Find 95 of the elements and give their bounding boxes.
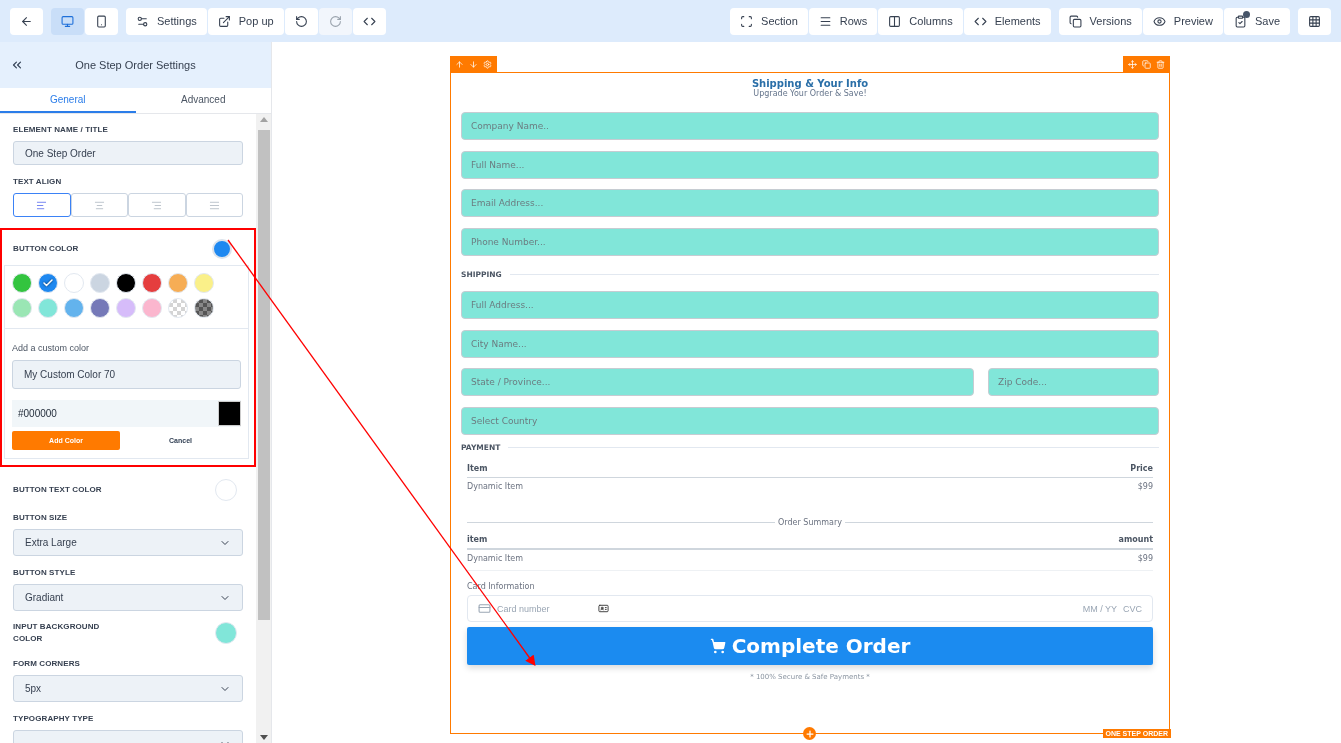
form-subheading: Upgrade Your Order & Save! (753, 89, 868, 98)
icon-button[interactable] (284, 7, 318, 35)
toolbar-button[interactable]: Rows (808, 7, 878, 35)
select-field[interactable]: Gradiant (13, 584, 243, 611)
setting-label: TEXT ALIGN (13, 176, 63, 188)
setting-label: TYPOGRAPHY TYPE (13, 713, 95, 725)
column-header: Item (467, 464, 488, 473)
color-swatch[interactable] (38, 273, 58, 293)
back-arrow-icon (20, 14, 33, 28)
select-field[interactable]: Extra Large (13, 529, 243, 556)
color-swatch[interactable] (212, 239, 232, 259)
name-field[interactable]: One Step Order (13, 141, 243, 165)
frame-corners-icon (740, 14, 754, 28)
table-cell: Dynamic Item (467, 482, 524, 491)
checker-swatch[interactable] (194, 298, 214, 318)
element-handle[interactable] (1123, 56, 1170, 72)
setting-label: FORM CORNERS (13, 658, 81, 670)
toolbar-button[interactable]: Versions (1058, 7, 1142, 35)
id-card-icon (598, 603, 609, 614)
toolbar-button[interactable]: Columns (878, 7, 963, 35)
undo-icon (294, 14, 308, 28)
columns-icon (888, 14, 902, 28)
color-swatch[interactable] (215, 622, 237, 644)
toolbar-button[interactable]: Elements (963, 7, 1051, 35)
icon-button[interactable] (352, 7, 386, 35)
panel-title: One Step Order Settings (74, 59, 197, 71)
arrow-up-icon[interactable] (455, 59, 464, 69)
setting-label: ELEMENT NAME / TITLE (13, 124, 109, 136)
color-swatch[interactable] (90, 273, 110, 293)
icon-button[interactable] (85, 7, 118, 35)
custom-color-label: Add a custom color (12, 343, 91, 353)
color-swatch[interactable] (142, 273, 162, 293)
eye-icon (1152, 14, 1166, 28)
column-header: Price (1130, 464, 1153, 473)
card-icon (478, 602, 491, 615)
color-swatch[interactable] (64, 273, 84, 293)
toolbar-button[interactable]: Save (1223, 7, 1290, 35)
form-heading: Shipping & Your Info (750, 78, 870, 89)
color-name-field[interactable]: My Custom Color 70 (12, 360, 241, 389)
external-link-icon (217, 14, 231, 28)
color-swatch[interactable] (12, 273, 32, 293)
complete-order-button[interactable]: Complete Order (467, 627, 1153, 665)
move-icon[interactable] (1128, 59, 1137, 69)
color-swatch[interactable] (215, 479, 237, 501)
table-cell: $99 (1137, 482, 1153, 491)
toolbar-button[interactable]: Section (730, 7, 808, 35)
setting-label: BUTTON STYLE (13, 567, 77, 579)
align-option[interactable] (13, 193, 71, 217)
color-swatch[interactable] (116, 273, 136, 293)
checker-swatch[interactable] (168, 298, 188, 318)
color-swatch[interactable] (90, 298, 110, 318)
toolbar-button[interactable]: Pop up (207, 7, 284, 35)
monitor-icon (61, 14, 74, 28)
align-left-icon (36, 199, 48, 211)
color-swatch[interactable] (142, 298, 162, 318)
align-justify-icon (208, 199, 220, 211)
copy-icon[interactable] (1142, 59, 1151, 69)
trash-icon[interactable] (1156, 59, 1165, 69)
collapse-icon[interactable] (10, 58, 24, 72)
icon-button[interactable] (1298, 7, 1331, 35)
color-swatch[interactable] (168, 273, 188, 293)
color-preview[interactable] (218, 401, 241, 426)
table-cell: $99 (1137, 554, 1153, 563)
column-header: amount (1118, 535, 1153, 544)
align-right-icon (151, 199, 163, 211)
element-handle[interactable] (450, 56, 497, 72)
redo-icon (328, 14, 342, 28)
scrollbar[interactable] (256, 114, 271, 743)
summary-title: Order Summary (778, 518, 842, 527)
table-cell: Dynamic Item (467, 554, 524, 563)
setting-label: BUTTON SIZE (13, 512, 69, 524)
settings-icon (136, 14, 149, 28)
rows-icon (818, 14, 832, 28)
align-center-icon (93, 199, 105, 211)
check-icon (42, 277, 54, 289)
clipboard-check-icon (1233, 14, 1247, 28)
setting-label: BUTTON COLOR (13, 243, 79, 255)
grid-icon (1308, 14, 1321, 28)
color-swatch[interactable] (194, 273, 214, 293)
cart-icon (709, 638, 726, 654)
color-swatch[interactable] (64, 298, 84, 318)
phone-icon (95, 14, 108, 28)
toolbar-button[interactable]: Settings (126, 7, 207, 35)
column-header: item (467, 535, 488, 544)
settings-icon[interactable] (483, 59, 492, 69)
color-swatch[interactable] (12, 298, 32, 318)
toolbar-button[interactable]: Preview (1142, 7, 1223, 35)
add-icon[interactable] (803, 727, 816, 740)
setting-label: INPUT BACKGROUND COLOR (13, 621, 101, 645)
color-swatch[interactable] (38, 298, 58, 318)
select-field[interactable]: 5px (13, 675, 243, 702)
color-swatch[interactable] (116, 298, 136, 318)
arrow-down-icon[interactable] (469, 59, 478, 69)
stacked-windows-icon (1068, 14, 1082, 28)
setting-label: BUTTON TEXT COLOR (13, 484, 103, 496)
